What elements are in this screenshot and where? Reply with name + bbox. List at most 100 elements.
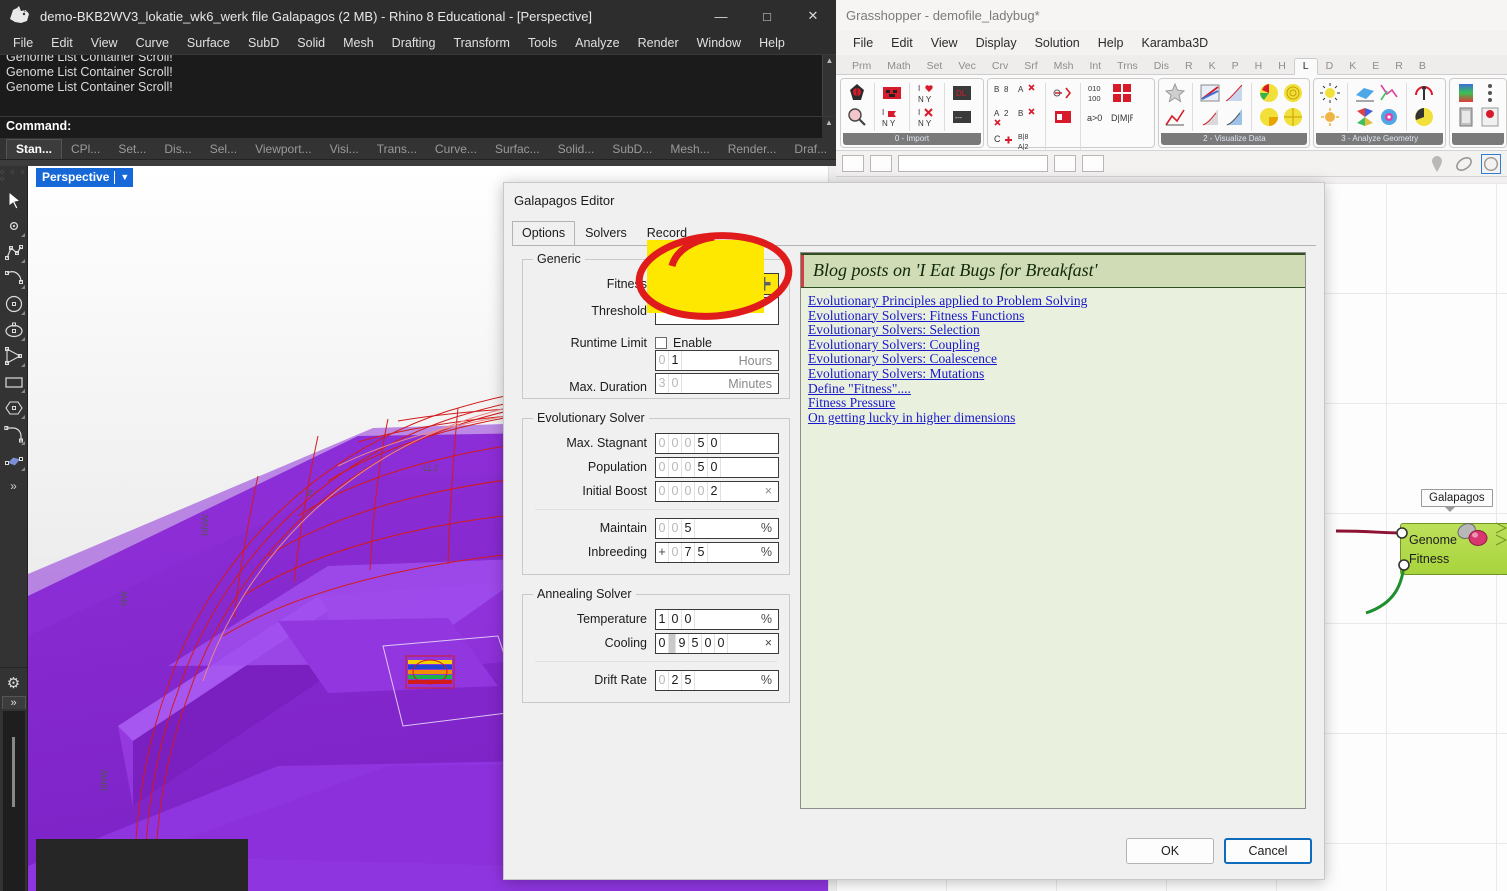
blog-link[interactable]: Define "Fitness".... bbox=[808, 382, 1305, 397]
gh-menu-solution[interactable]: Solution bbox=[1026, 34, 1089, 52]
gh-tab-b[interactable]: B bbox=[1411, 59, 1434, 74]
minimize-button[interactable]: — bbox=[698, 0, 744, 32]
epw-map-icon[interactable] bbox=[881, 82, 903, 104]
rhino-toolbar-tab-surface[interactable]: Surfac... bbox=[486, 140, 549, 159]
rhino-menu-transform[interactable]: Transform bbox=[444, 34, 519, 52]
gh-tab-p[interactable]: P bbox=[1224, 59, 1247, 74]
deconstruct-header-icon[interactable]: B8 bbox=[993, 82, 1015, 104]
monthly-chart-icon[interactable] bbox=[1052, 106, 1074, 128]
rhino-menu-curve[interactable]: Curve bbox=[127, 34, 178, 52]
rhino-menu-solid[interactable]: Solid bbox=[288, 34, 334, 52]
rhino-menu-drafting[interactable]: Drafting bbox=[383, 34, 445, 52]
gh-tab-dis[interactable]: Dis bbox=[1146, 59, 1177, 74]
digit[interactable]: 1 bbox=[656, 610, 669, 629]
blog-link[interactable]: Evolutionary Solvers: Coalescence bbox=[808, 352, 1305, 367]
rhino-menu-window[interactable]: Window bbox=[688, 34, 750, 52]
digit[interactable]: 0 bbox=[656, 434, 669, 453]
rhino-menu-edit[interactable]: Edit bbox=[42, 34, 82, 52]
circle-icon[interactable] bbox=[2, 291, 26, 317]
tab-record[interactable]: Record bbox=[637, 221, 697, 246]
gh-menu-display[interactable]: Display bbox=[967, 34, 1026, 52]
digit[interactable]: 0 bbox=[682, 458, 695, 477]
max-stagnant-input[interactable]: 0 0 0 5 0 bbox=[655, 433, 779, 454]
digit[interactable]: 2 bbox=[708, 482, 721, 501]
sky-matrix-icon[interactable] bbox=[1258, 106, 1280, 128]
digit[interactable]: 0 bbox=[669, 543, 682, 562]
arc-icon[interactable] bbox=[2, 343, 26, 369]
gh-menu-help[interactable]: Help bbox=[1089, 34, 1133, 52]
max-duration-hours-input[interactable]: 0 1 Hours bbox=[655, 350, 779, 371]
digit[interactable]: 0 bbox=[682, 434, 695, 453]
blog-link[interactable]: On getting lucky in higher dimensions bbox=[808, 411, 1305, 426]
rhino-toolbar-tab-visibility[interactable]: Visi... bbox=[321, 140, 368, 159]
bar-graph-icon[interactable] bbox=[1164, 106, 1186, 128]
digit[interactable]: 0 bbox=[702, 634, 715, 653]
i-arrow-ny-icon[interactable]: IN Y bbox=[881, 106, 903, 128]
sun-icon[interactable] bbox=[1319, 106, 1341, 128]
digit[interactable]: 3 bbox=[656, 374, 669, 393]
blog-link[interactable]: Evolutionary Principles applied to Probl… bbox=[808, 294, 1305, 309]
area-chart-blue-icon[interactable] bbox=[1223, 106, 1245, 128]
gh-tab-ladybug[interactable]: L bbox=[1294, 58, 1318, 75]
temperature-input[interactable]: 1 0 0 % bbox=[655, 609, 779, 630]
ok-button[interactable]: OK bbox=[1126, 838, 1214, 864]
gh-tab-vec[interactable]: Vec bbox=[950, 59, 984, 74]
document-name-field[interactable] bbox=[898, 155, 1048, 172]
threshold-input[interactable] bbox=[655, 297, 779, 325]
digit[interactable]: 0 bbox=[708, 434, 721, 453]
rhino-menu-help[interactable]: Help bbox=[750, 34, 794, 52]
rhino-menu-subd[interactable]: SubD bbox=[239, 34, 288, 52]
rhino-toolbar-tab-drafting[interactable]: Draf... bbox=[785, 140, 836, 159]
runtime-limit-enable[interactable]: Enable bbox=[655, 336, 779, 350]
close-button[interactable]: ✕ bbox=[790, 0, 836, 32]
solution-icon[interactable] bbox=[1082, 155, 1104, 172]
gh-tab-set[interactable]: Set bbox=[919, 59, 951, 74]
ellipse-icon[interactable] bbox=[2, 317, 26, 343]
split-data-icon[interactable]: B|8A|2 bbox=[1017, 130, 1039, 151]
digit[interactable]: 0 bbox=[669, 519, 682, 538]
command-history-scrollbar[interactable]: ▲ bbox=[822, 55, 836, 116]
digit[interactable]: 0 bbox=[656, 351, 669, 370]
blog-link[interactable]: Fitness Pressure bbox=[808, 396, 1305, 411]
legend-star-icon[interactable] bbox=[1164, 82, 1186, 104]
rhino-toolbar-tab-set[interactable]: Set... bbox=[109, 140, 155, 159]
gh-tab-trns[interactable]: Trns bbox=[1109, 59, 1146, 74]
rhino-toolbar-tab-curve[interactable]: Curve... bbox=[426, 140, 486, 159]
fillet-curve-icon[interactable] bbox=[2, 421, 26, 447]
rhino-menu-render[interactable]: Render bbox=[629, 34, 688, 52]
curve-icon[interactable] bbox=[2, 265, 26, 291]
chevron-expand-icon[interactable]: » bbox=[2, 696, 26, 709]
digit[interactable]: 0 bbox=[656, 458, 669, 477]
digit[interactable]: 5 bbox=[682, 519, 695, 538]
bar-chart-icon[interactable] bbox=[1111, 82, 1133, 104]
gh-menu-view[interactable]: View bbox=[922, 34, 967, 52]
digit[interactable]: 2 bbox=[669, 671, 682, 690]
sky-view-icon[interactable] bbox=[1413, 106, 1435, 128]
digit[interactable]: 5 bbox=[682, 671, 695, 690]
gh-menu-edit[interactable]: Edit bbox=[882, 34, 922, 52]
gh-tab-int[interactable]: Int bbox=[1081, 59, 1109, 74]
view-analysis-icon[interactable] bbox=[1354, 82, 1376, 104]
area-chart-icon[interactable] bbox=[1199, 106, 1221, 128]
rhino-toolbar-tab-standard[interactable]: Stan... bbox=[6, 139, 62, 159]
search-icon[interactable] bbox=[846, 106, 868, 128]
gh-tab-h1[interactable]: H bbox=[1247, 59, 1271, 74]
digit[interactable]: 0 bbox=[695, 482, 708, 501]
gh-tab-e[interactable]: E bbox=[1364, 59, 1387, 74]
digit[interactable]: 0 bbox=[669, 482, 682, 501]
gh-tab-k2[interactable]: K bbox=[1341, 59, 1364, 74]
max-duration-minutes-input[interactable]: 3 0 Minutes bbox=[655, 373, 779, 394]
rhino-toolbar-tab-render[interactable]: Render... bbox=[719, 140, 786, 159]
scroll-up-icon[interactable]: ▲ bbox=[823, 55, 836, 67]
new-document-icon[interactable] bbox=[842, 155, 864, 172]
select-arrow-icon[interactable] bbox=[2, 187, 26, 213]
digit[interactable]: 0 bbox=[682, 610, 695, 629]
digit[interactable]: 5 bbox=[695, 543, 708, 562]
rhino-toolbar-tab-display[interactable]: Dis... bbox=[155, 140, 200, 159]
gh-tab-crv[interactable]: Crv bbox=[984, 59, 1016, 74]
preview-wireframe-icon[interactable] bbox=[1454, 154, 1474, 174]
gh-tab-r2[interactable]: R bbox=[1387, 59, 1411, 74]
rectangle-icon[interactable] bbox=[2, 369, 26, 395]
gh-menu-karamba3d[interactable]: Karamba3D bbox=[1132, 34, 1217, 52]
tab-solvers[interactable]: Solvers bbox=[575, 221, 637, 246]
